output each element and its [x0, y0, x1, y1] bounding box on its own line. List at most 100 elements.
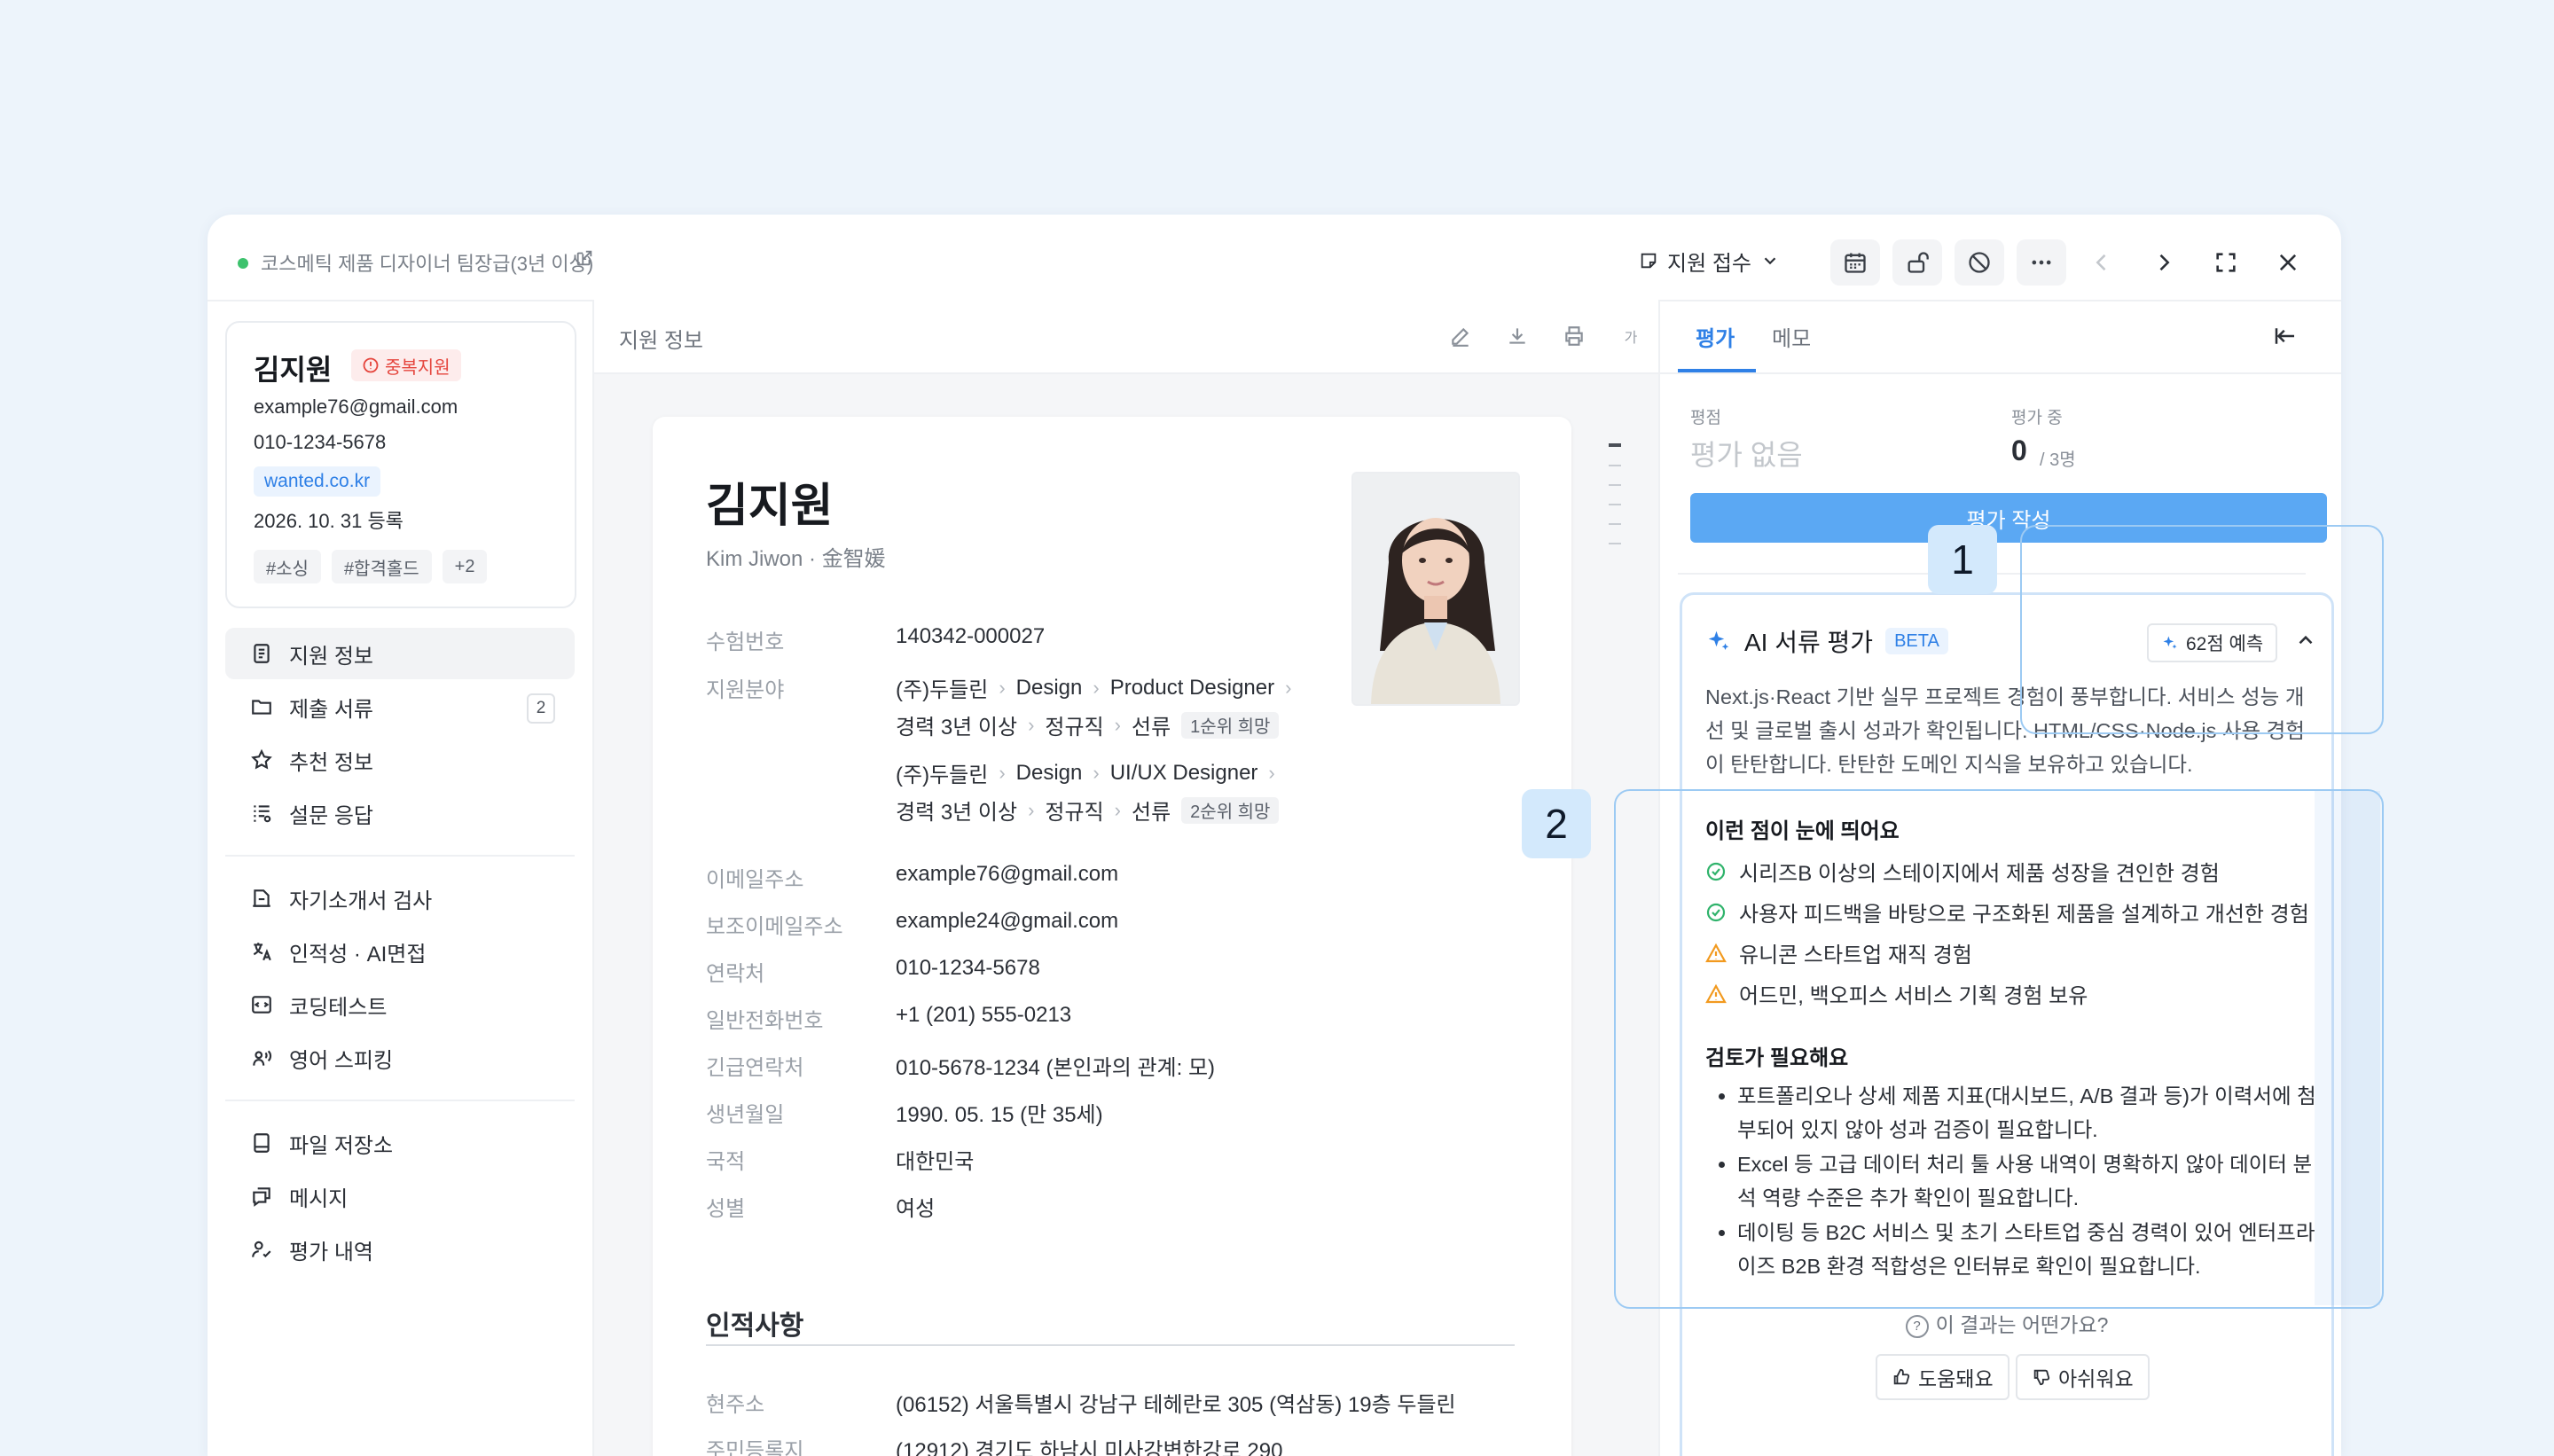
- sidebar-item-label: 지원 정보: [289, 644, 373, 669]
- strengths-heading: 이런 점이 눈에 띄어요: [1705, 819, 1900, 843]
- review-needed-heading: 검토가 필요해요: [1705, 1046, 1849, 1070]
- applicant-name: 김지원: [254, 354, 333, 386]
- sidebar-item-coding-test[interactable]: 코딩테스트: [225, 979, 575, 1030]
- report-icon: [253, 889, 270, 907]
- code-icon: [252, 996, 271, 1014]
- application-source-link[interactable]: wanted.co.kr: [254, 466, 381, 497]
- alert-circle-icon: [363, 357, 379, 373]
- block-button[interactable]: [1955, 239, 2004, 286]
- thumbs-up-icon: [1893, 1368, 1910, 1385]
- active-tab-indicator: [1678, 369, 1756, 372]
- evaluation-icon: [252, 1241, 271, 1258]
- duplicate-application-badge[interactable]: 중복지원: [351, 349, 461, 381]
- next-applicant-button[interactable]: [2141, 239, 2187, 286]
- job-posting-title[interactable]: 코스메틱 제품 디자이너 팀장급(3년 이상): [261, 248, 593, 277]
- chevron-down-icon: [1764, 257, 1776, 265]
- chevron-right-icon: ›: [1114, 798, 1121, 821]
- rank-badge: 1순위 희망: [1181, 711, 1280, 739]
- write-evaluation-button[interactable]: 평가 작성: [1690, 493, 2327, 543]
- sidebar-item-survey[interactable]: 설문 응답: [225, 787, 575, 839]
- survey-icon: [254, 805, 271, 823]
- application-field-1-details: 경력 3년 이상 › 정규직 › 선류 1순위 희망: [896, 709, 1280, 740]
- fullscreen-button[interactable]: [2203, 239, 2249, 286]
- sparkle-icon: [2163, 636, 2177, 649]
- tab-evaluation[interactable]: 평가: [1696, 321, 1735, 352]
- chevron-up-icon[interactable]: [2294, 629, 2317, 652]
- review-item: 데이팅 등 B2C 서비스 및 초기 스타트업 중심 경력이 있어 엔터프라이즈…: [1737, 1216, 2317, 1283]
- strength-text: 시리즈B 이상의 스테이지에서 제품 성장을 견인한 경험: [1739, 862, 2220, 886]
- more-button[interactable]: [2017, 239, 2066, 286]
- panel-header: 지원 정보 가: [594, 300, 1658, 374]
- company-name: (주)두들린: [896, 763, 989, 787]
- helpful-label: 도움돼요: [1918, 1367, 1994, 1390]
- application-field-2-path: (주)두들린 › Design › UI/UX Designer ›: [896, 757, 1275, 788]
- sidebar-item-messages[interactable]: 메시지: [225, 1170, 575, 1222]
- collapse-panel-icon[interactable]: [2272, 323, 2299, 349]
- unlock-button[interactable]: [1892, 239, 1942, 286]
- tab-memo[interactable]: 메모: [1772, 321, 1811, 352]
- close-button[interactable]: [2265, 239, 2311, 286]
- translate-button[interactable]: 가: [1616, 321, 1646, 351]
- tag-chip[interactable]: #합격홀드: [331, 550, 432, 583]
- evaluation-panel: 평가 메모 평점 평가 없음 평가 중 0 / 3명 평가 작성 AI 서류 평…: [1660, 300, 2341, 1456]
- ai-interview-icon: [253, 943, 271, 961]
- field-label: 일반전화번호: [706, 1009, 824, 1033]
- applicant-detail-window: 코스메틱 제품 디자이너 팀장급(3년 이상) 지원 접수 김지원 중복지원 e…: [208, 215, 2341, 1456]
- schedule-button[interactable]: [1830, 239, 1880, 286]
- more-tags-chip[interactable]: +2: [442, 550, 488, 583]
- sidebar-item-aptitude-ai-interview[interactable]: 인적성 · AI면접: [225, 926, 575, 977]
- sidebar-item-submitted-docs[interactable]: 제출 서류 2: [225, 681, 575, 732]
- feedback-question-text: 이 결과는 어떤가요?: [1935, 1313, 2109, 1336]
- application-status-dropdown[interactable]: 지원 접수: [1639, 241, 1780, 280]
- chevron-right-icon: ›: [999, 676, 1006, 699]
- edit-button[interactable]: [1445, 321, 1476, 351]
- predicted-score-badge[interactable]: 62점 예측: [2147, 623, 2278, 662]
- ai-document-evaluation-card: AI 서류 평가 BETA 62점 예측 Next.js·React 기반 실무…: [1680, 592, 2334, 1456]
- rank-badge: 2순위 희망: [1181, 796, 1280, 824]
- field-label: 성별: [706, 1197, 746, 1221]
- field-value: 대한민국: [896, 1150, 975, 1174]
- sidebar-item-english-speaking[interactable]: 영어 스피킹: [225, 1032, 575, 1084]
- note-icon: [1641, 253, 1657, 269]
- feedback-question: ? 이 결과는 어떤가요?: [1682, 1308, 2331, 1338]
- sidebar-item-label: 추천 정보: [289, 750, 373, 775]
- sidebar-item-cover-letter-check[interactable]: 자기소개서 검사: [225, 873, 575, 924]
- callout-2-number: 2: [1522, 789, 1591, 858]
- print-button[interactable]: [1559, 321, 1589, 351]
- applicant-photo: [1351, 472, 1520, 706]
- sidebar-item-evaluation-history[interactable]: 평가 내역: [225, 1224, 575, 1275]
- document-page-scrubber[interactable]: [1609, 443, 1621, 562]
- chevron-left-icon: [2096, 254, 2106, 271]
- ai-summary-text: Next.js·React 기반 실무 프로젝트 경험이 풍부합니다. 서비스 …: [1705, 685, 2305, 776]
- check-circle-icon: [1706, 903, 1726, 921]
- predicted-score-label: 62점 예측: [2186, 634, 2264, 654]
- document-count-badge: 2: [527, 693, 555, 724]
- external-link-icon[interactable]: [575, 248, 594, 268]
- download-icon: [1509, 328, 1525, 344]
- warning-triangle-icon: [1705, 983, 1727, 1003]
- strength-text: 유니콘 스타트업 재직 경험: [1739, 943, 1972, 967]
- sidebar-item-application-info[interactable]: 지원 정보: [225, 628, 575, 679]
- translate-icon-label: 가: [1624, 331, 1638, 346]
- download-button[interactable]: [1502, 321, 1532, 351]
- unhelpful-button[interactable]: 아쉬워요: [2016, 1354, 2150, 1400]
- speaking-icon: [253, 1050, 272, 1066]
- field-label: 국적: [706, 1150, 746, 1174]
- field-value: example24@gmail.com: [896, 909, 1119, 933]
- chevron-right-icon: [2159, 254, 2170, 271]
- sidebar-item-referral[interactable]: 추천 정보: [225, 734, 575, 786]
- tag-chip[interactable]: #소싱: [254, 550, 321, 583]
- previous-applicant-button[interactable]: [2079, 239, 2125, 286]
- field-label: 생년월일: [706, 1103, 785, 1127]
- sidebar-item-label: 메시지: [289, 1186, 349, 1211]
- job-status-dot: [238, 258, 248, 269]
- nav-divider: [225, 855, 575, 857]
- score-value: 평가 없음: [1690, 439, 1803, 471]
- sidebar-item-label: 설문 응답: [289, 803, 373, 828]
- nav-divider: [225, 1100, 575, 1101]
- helpful-button[interactable]: 도움돼요: [1876, 1354, 2010, 1400]
- help-circle-icon: ?: [1905, 1314, 1929, 1338]
- registration-date: 2026. 10. 31 등록: [254, 510, 403, 532]
- field-value: 010-1234-5678: [896, 956, 1040, 980]
- sidebar-item-file-storage[interactable]: 파일 저장소: [225, 1117, 575, 1169]
